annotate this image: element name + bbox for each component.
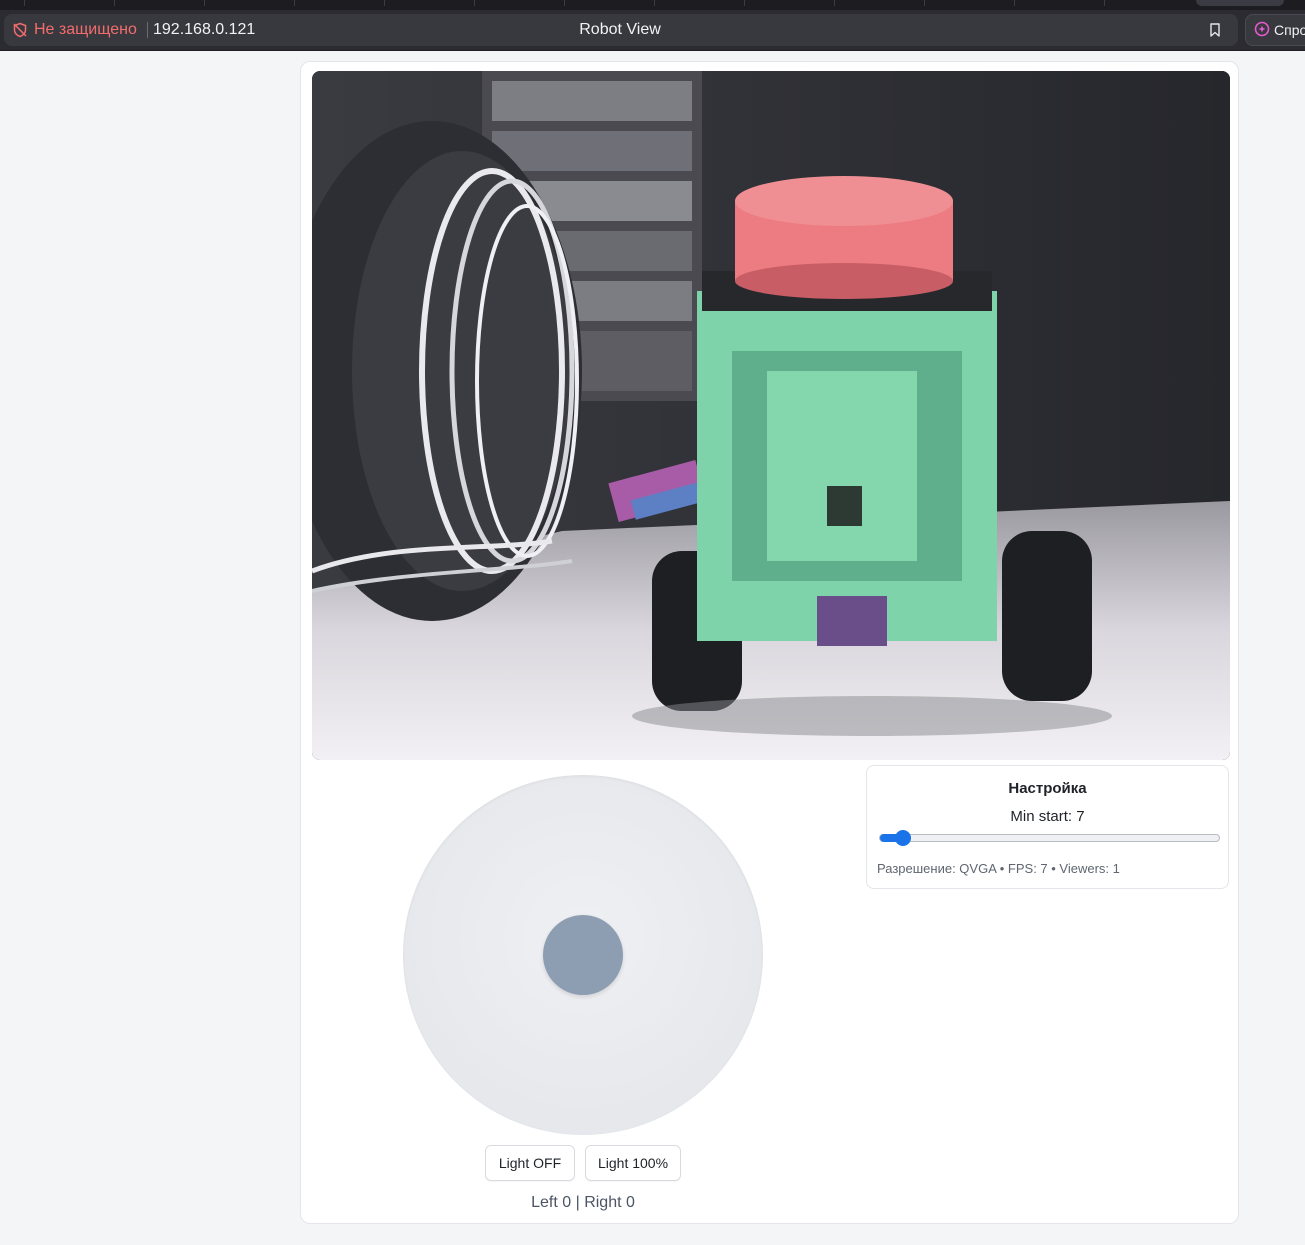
min-start-label: Min start: 7 bbox=[1010, 808, 1085, 825]
joystick-pad[interactable] bbox=[403, 775, 763, 1135]
browser-tab-strip bbox=[0, 0, 1305, 10]
slider-thumb[interactable] bbox=[894, 830, 911, 846]
ai-sparkle-icon bbox=[1254, 21, 1270, 40]
tab-separator bbox=[1014, 0, 1015, 6]
tab-separator bbox=[204, 0, 205, 6]
tab-separator bbox=[564, 0, 565, 6]
security-label: Не защищено bbox=[34, 21, 137, 38]
tab-separator bbox=[654, 0, 655, 6]
not-secure-icon bbox=[12, 22, 28, 38]
camera-stream bbox=[312, 71, 1230, 760]
page-title-text: Robot View bbox=[579, 21, 661, 38]
settings-title: Настройка bbox=[1008, 780, 1087, 797]
tab-separator bbox=[924, 0, 925, 6]
stream-info: Разрешение: QVGA • FPS: 7 • Viewers: 1 bbox=[877, 861, 1120, 876]
joystick-knob[interactable] bbox=[543, 915, 623, 995]
tab-separator bbox=[24, 0, 25, 6]
tab-separator bbox=[834, 0, 835, 6]
camera-frame-image bbox=[312, 71, 1230, 760]
tab-separator bbox=[744, 0, 745, 6]
settings-panel: Настройка Min start: 7 Разрешение: QVGA … bbox=[866, 765, 1229, 889]
motor-status: Left 0 | Right 0 bbox=[531, 1194, 635, 1211]
bookmark-icon[interactable] bbox=[1207, 22, 1223, 38]
active-tab[interactable] bbox=[1196, 0, 1284, 6]
robot-panel: Light OFF Light 100% Left 0 | Right 0 На… bbox=[300, 61, 1239, 1224]
ask-ai-button[interactable]: Спро bbox=[1245, 14, 1305, 46]
url-text[interactable]: 192.168.0.121 bbox=[153, 14, 255, 46]
light-off-button[interactable]: Light OFF bbox=[485, 1145, 575, 1181]
tab-separator bbox=[384, 0, 385, 6]
tab-separator bbox=[1104, 0, 1105, 6]
omnibox[interactable]: Не защищено 192.168.0.121 Robot View bbox=[4, 14, 1238, 46]
security-indicator[interactable]: Не защищено bbox=[12, 14, 137, 46]
tab-separator bbox=[474, 0, 475, 6]
url-divider bbox=[147, 22, 148, 38]
tab-separator bbox=[294, 0, 295, 6]
light-100-button[interactable]: Light 100% bbox=[585, 1145, 681, 1181]
address-bar: Не защищено 192.168.0.121 Robot View Спр… bbox=[0, 10, 1305, 51]
ask-ai-label: Спро bbox=[1274, 22, 1305, 38]
tab-separator bbox=[114, 0, 115, 6]
min-start-slider[interactable] bbox=[879, 834, 1220, 842]
